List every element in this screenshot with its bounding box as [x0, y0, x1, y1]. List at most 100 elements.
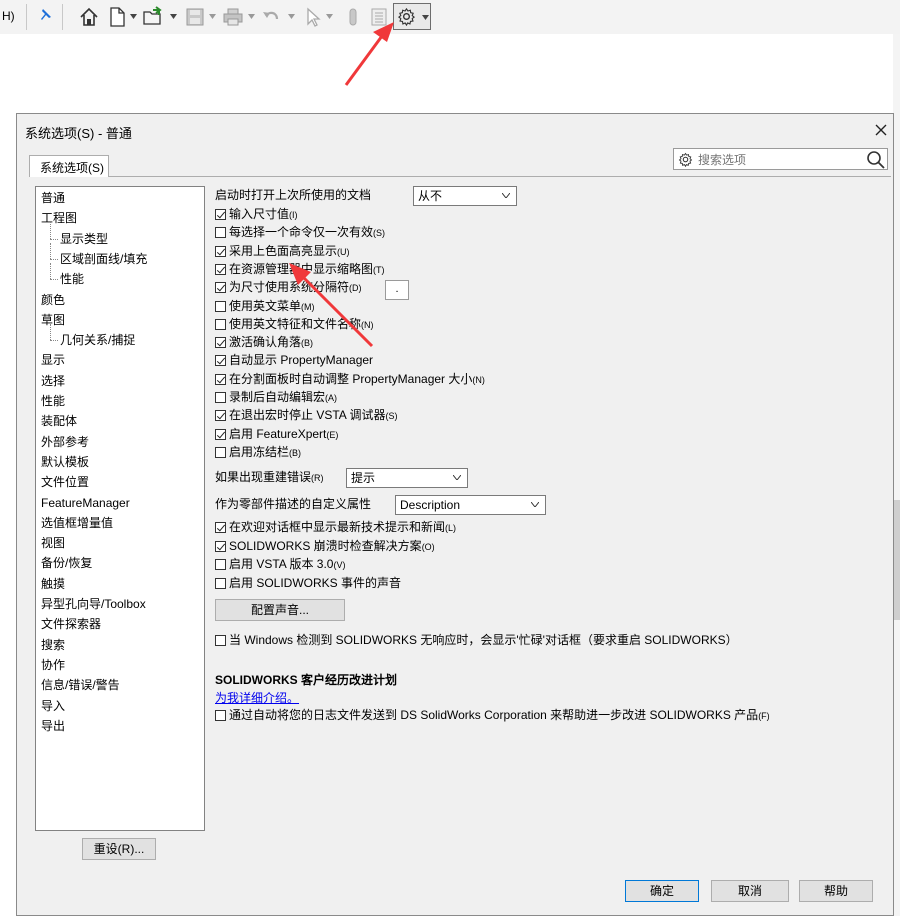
chevron-down-icon[interactable]: [170, 14, 177, 19]
close-button[interactable]: [869, 118, 893, 142]
search-box[interactable]: [673, 148, 888, 170]
option-checkbox[interactable]: [215, 392, 226, 403]
option-checkbox[interactable]: [215, 355, 226, 367]
option-row[interactable]: 在欢迎对话框中显示最新技术提示和新闻(L): [215, 518, 456, 536]
option-row[interactable]: 启用 SOLIDWORKS 事件的声音: [215, 574, 401, 592]
chevron-down-icon[interactable]: [326, 14, 333, 19]
options-button[interactable]: [393, 3, 431, 30]
print-icon[interactable]: [222, 6, 244, 28]
tree-item[interactable]: 搜索: [41, 635, 65, 655]
chevron-down-icon[interactable]: [209, 14, 216, 19]
cep-checkbox[interactable]: [215, 710, 226, 721]
ok-button[interactable]: 确定: [625, 880, 699, 902]
chevron-down-icon[interactable]: [130, 14, 137, 19]
tree-item[interactable]: 默认模板: [41, 452, 89, 472]
help-button[interactable]: 帮助: [799, 880, 873, 902]
tree-item[interactable]: 视图: [41, 533, 65, 553]
option-row[interactable]: 启用冻结栏(B): [215, 443, 301, 461]
tree-item[interactable]: 备份/恢复: [41, 553, 92, 573]
option-checkbox[interactable]: [215, 428, 226, 440]
tree-item[interactable]: 异型孔向导/Toolbox: [41, 594, 146, 614]
option-row[interactable]: 使用英文特征和文件名称(N): [215, 315, 374, 333]
option-row[interactable]: SOLIDWORKS 崩溃时检查解决方案(O): [215, 537, 435, 555]
rebuild-icon[interactable]: [342, 6, 364, 28]
option-row[interactable]: 输入尺寸值(I): [215, 205, 298, 223]
cep-option[interactable]: 通过自动将您的日志文件发送到 DS SolidWorks Corporation…: [215, 706, 770, 724]
reset-button[interactable]: 重设(R)...: [82, 838, 156, 860]
option-checkbox[interactable]: [215, 578, 226, 590]
option-row[interactable]: 使用英文菜单(M): [215, 297, 315, 315]
windows-hang-checkbox[interactable]: [215, 635, 226, 646]
option-row[interactable]: 录制后自动编辑宏(A): [215, 388, 337, 406]
custom-prop-select[interactable]: Description: [395, 495, 546, 515]
search-button[interactable]: [866, 150, 886, 170]
select-icon[interactable]: [302, 6, 324, 28]
search-input[interactable]: [696, 150, 860, 170]
help-menu-fragment[interactable]: H): [2, 9, 15, 23]
undo-icon[interactable]: [260, 6, 282, 28]
tree-item[interactable]: 区域剖面线/填充: [60, 249, 147, 269]
option-row[interactable]: 采用上色面高亮显示(U): [215, 242, 350, 260]
option-checkbox[interactable]: [215, 410, 226, 422]
option-checkbox[interactable]: [215, 245, 226, 257]
tree-item[interactable]: 导入: [41, 696, 65, 716]
option-checkbox[interactable]: [215, 227, 226, 239]
option-checkbox[interactable]: [215, 300, 226, 312]
tree-item[interactable]: 文件探索器: [41, 614, 101, 634]
option-checkbox[interactable]: [215, 318, 226, 330]
tree-item[interactable]: 显示: [41, 350, 65, 370]
tree-item[interactable]: 选值框增量值: [41, 513, 113, 533]
tree-item[interactable]: 草图: [41, 310, 65, 330]
option-checkbox[interactable]: [215, 446, 226, 458]
option-checkbox[interactable]: [215, 540, 226, 552]
option-checkbox[interactable]: [215, 263, 226, 275]
tree-item[interactable]: 普通: [41, 188, 66, 208]
cep-learn-more-link[interactable]: 为我详细介绍。: [215, 689, 299, 706]
tree-item[interactable]: 协作: [41, 655, 65, 675]
cancel-button[interactable]: 取消: [711, 880, 789, 902]
separator-field[interactable]: .: [385, 280, 409, 300]
option-row[interactable]: 在退出宏时停止 VSTA 调试器(S): [215, 406, 397, 424]
tree-item[interactable]: FeatureManager: [41, 493, 130, 513]
tree-item[interactable]: 性能: [41, 391, 65, 411]
rebuild-error-select[interactable]: 提示: [346, 468, 468, 488]
chevron-down-icon[interactable]: [288, 14, 295, 19]
option-checkbox[interactable]: [215, 282, 226, 294]
startup-select[interactable]: 从不: [413, 186, 517, 206]
chevron-down-icon[interactable]: [248, 14, 255, 19]
tree-item[interactable]: 信息/错误/警告: [41, 675, 120, 695]
open-icon[interactable]: [142, 6, 164, 28]
new-doc-icon[interactable]: [106, 6, 128, 28]
tree-item[interactable]: 颜色: [41, 290, 65, 310]
save-icon[interactable]: [184, 6, 206, 28]
option-checkbox[interactable]: [215, 209, 226, 220]
option-checkbox[interactable]: [215, 373, 226, 385]
option-checkbox[interactable]: [215, 559, 226, 571]
option-row[interactable]: 每选择一个命令仅一次有效(S): [215, 223, 385, 241]
option-row[interactable]: 为尺寸使用系统分隔符(D): [215, 278, 362, 296]
tree-item[interactable]: 触摸: [41, 574, 65, 594]
pin-icon[interactable]: [36, 7, 54, 25]
tree-item[interactable]: 文件位置: [41, 472, 89, 492]
tree-item[interactable]: 装配体: [41, 411, 77, 431]
option-checkbox[interactable]: [215, 337, 226, 349]
option-row[interactable]: 在分割面板时自动调整 PropertyManager 大小(N): [215, 370, 485, 388]
option-row[interactable]: 在资源管理器中显示缩略图(T): [215, 260, 385, 278]
option-row[interactable]: 启用 VSTA 版本 3.0(V): [215, 555, 345, 573]
option-row[interactable]: 启用 FeatureXpert(E): [215, 425, 338, 443]
tree-item[interactable]: 性能: [60, 269, 84, 289]
tab-system-options[interactable]: 系统选项(S): [29, 155, 109, 177]
windows-hang-option[interactable]: 当 Windows 检测到 SOLIDWORKS 无响应时，会显示'忙碌'对话框…: [215, 631, 738, 649]
option-row[interactable]: 激活确认角落(B): [215, 333, 313, 351]
option-checkbox[interactable]: [215, 522, 226, 533]
tree-item[interactable]: 选择: [41, 371, 65, 391]
tree-item[interactable]: 外部参考: [41, 432, 89, 452]
tree-item[interactable]: 导出: [41, 716, 65, 736]
tree-item[interactable]: 几何关系/捕捉: [60, 330, 135, 350]
option-row[interactable]: 自动显示 PropertyManager: [215, 351, 373, 369]
tree-item[interactable]: 工程图: [41, 208, 77, 228]
file-props-icon[interactable]: [368, 6, 390, 28]
tree-item[interactable]: 显示类型: [60, 229, 108, 249]
configure-sound-button[interactable]: 配置声音...: [215, 599, 345, 621]
home-icon[interactable]: [78, 6, 100, 28]
